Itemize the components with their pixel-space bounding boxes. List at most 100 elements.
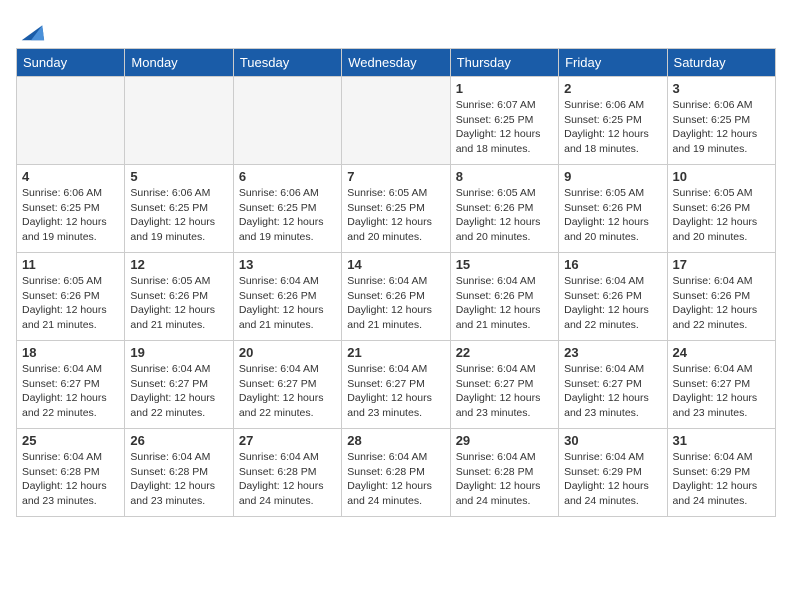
- calendar-cell: 15 Sunrise: 6:04 AMSunset: 6:26 PMDayligh…: [450, 253, 558, 341]
- day-number: 4: [22, 169, 119, 184]
- day-info: Sunrise: 6:05 AMSunset: 6:26 PMDaylight:…: [456, 186, 553, 245]
- day-info: Sunrise: 6:04 AMSunset: 6:26 PMDaylight:…: [347, 274, 444, 333]
- calendar-cell: 20 Sunrise: 6:04 AMSunset: 6:27 PMDayligh…: [233, 341, 341, 429]
- week-row-4: 18 Sunrise: 6:04 AMSunset: 6:27 PMDayligh…: [17, 341, 776, 429]
- header: [16, 16, 776, 40]
- calendar-cell: 4Sunrise: 6:06 AMSunset: 6:25 PMDaylight…: [17, 165, 125, 253]
- day-info: Sunrise: 6:04 AMSunset: 6:27 PMDaylight:…: [130, 362, 227, 421]
- day-info: Sunrise: 6:04 AMSunset: 6:27 PMDaylight:…: [673, 362, 770, 421]
- day-info: Sunrise: 6:04 AMSunset: 6:28 PMDaylight:…: [347, 450, 444, 509]
- day-number: 20: [239, 345, 336, 360]
- day-number: 11: [22, 257, 119, 272]
- day-number: 9: [564, 169, 661, 184]
- day-number: 12: [130, 257, 227, 272]
- weekday-header-monday: Monday: [125, 49, 233, 77]
- calendar-cell: 12Sunrise: 6:05 AMSunset: 6:26 PMDayligh…: [125, 253, 233, 341]
- day-info: Sunrise: 6:05 AMSunset: 6:26 PMDaylight:…: [22, 274, 119, 333]
- day-info: Sunrise: 6:04 AMSunset: 6:28 PMDaylight:…: [239, 450, 336, 509]
- weekday-header-sunday: Sunday: [17, 49, 125, 77]
- calendar-cell: 3 Sunrise: 6:06 AMSunset: 6:25 PMDaylight…: [667, 77, 775, 165]
- day-number: 24: [673, 345, 770, 360]
- calendar-cell: [342, 77, 450, 165]
- day-number: 13: [239, 257, 336, 272]
- calendar-cell: 22 Sunrise: 6:04 AMSunset: 6:27 PMDayligh…: [450, 341, 558, 429]
- calendar-cell: 2Sunrise: 6:06 AMSunset: 6:25 PMDaylight…: [559, 77, 667, 165]
- calendar-cell: 1 Sunrise: 6:07 AMSunset: 6:25 PMDaylight…: [450, 77, 558, 165]
- calendar-cell: 30Sunrise: 6:04 AMSunset: 6:29 PMDayligh…: [559, 429, 667, 517]
- day-number: 2: [564, 81, 661, 96]
- day-number: 1: [456, 81, 553, 96]
- day-number: 3: [673, 81, 770, 96]
- calendar-cell: [233, 77, 341, 165]
- calendar-cell: [125, 77, 233, 165]
- day-info: Sunrise: 6:04 AMSunset: 6:28 PMDaylight:…: [456, 450, 553, 509]
- day-number: 28: [347, 433, 444, 448]
- day-number: 8: [456, 169, 553, 184]
- calendar-cell: 8 Sunrise: 6:05 AMSunset: 6:26 PMDaylight…: [450, 165, 558, 253]
- day-info: Sunrise: 6:04 AMSunset: 6:28 PMDaylight:…: [22, 450, 119, 509]
- calendar-cell: 24 Sunrise: 6:04 AMSunset: 6:27 PMDayligh…: [667, 341, 775, 429]
- day-info: Sunrise: 6:05 AMSunset: 6:26 PMDaylight:…: [564, 186, 661, 245]
- day-info: Sunrise: 6:05 AMSunset: 6:25 PMDaylight:…: [347, 186, 444, 245]
- day-info: Sunrise: 6:06 AMSunset: 6:25 PMDaylight:…: [239, 186, 336, 245]
- weekday-header-saturday: Saturday: [667, 49, 775, 77]
- day-number: 22: [456, 345, 553, 360]
- calendar-cell: 11 Sunrise: 6:05 AMSunset: 6:26 PMDayligh…: [17, 253, 125, 341]
- day-number: 27: [239, 433, 336, 448]
- week-row-5: 25 Sunrise: 6:04 AMSunset: 6:28 PMDayligh…: [17, 429, 776, 517]
- day-number: 26: [130, 433, 227, 448]
- calendar-cell: 26Sunrise: 6:04 AMSunset: 6:28 PMDayligh…: [125, 429, 233, 517]
- day-info: Sunrise: 6:04 AMSunset: 6:26 PMDaylight:…: [673, 274, 770, 333]
- day-number: 30: [564, 433, 661, 448]
- day-info: Sunrise: 6:07 AMSunset: 6:25 PMDaylight:…: [456, 98, 553, 157]
- calendar-cell: 31Sunrise: 6:04 AMSunset: 6:29 PMDayligh…: [667, 429, 775, 517]
- day-info: Sunrise: 6:04 AMSunset: 6:27 PMDaylight:…: [239, 362, 336, 421]
- day-number: 25: [22, 433, 119, 448]
- day-info: Sunrise: 6:06 AMSunset: 6:25 PMDaylight:…: [130, 186, 227, 245]
- calendar-cell: 21 Sunrise: 6:04 AMSunset: 6:27 PMDayligh…: [342, 341, 450, 429]
- calendar-cell: 18 Sunrise: 6:04 AMSunset: 6:27 PMDayligh…: [17, 341, 125, 429]
- calendar-cell: 10Sunrise: 6:05 AMSunset: 6:26 PMDayligh…: [667, 165, 775, 253]
- day-number: 18: [22, 345, 119, 360]
- calendar-cell: 19 Sunrise: 6:04 AMSunset: 6:27 PMDayligh…: [125, 341, 233, 429]
- calendar-table: SundayMondayTuesdayWednesdayThursdayFrid…: [16, 48, 776, 517]
- day-info: Sunrise: 6:06 AMSunset: 6:25 PMDaylight:…: [673, 98, 770, 157]
- day-info: Sunrise: 6:04 AMSunset: 6:27 PMDaylight:…: [456, 362, 553, 421]
- day-info: Sunrise: 6:04 AMSunset: 6:26 PMDaylight:…: [239, 274, 336, 333]
- calendar-cell: 7Sunrise: 6:05 AMSunset: 6:25 PMDaylight…: [342, 165, 450, 253]
- calendar-cell: 23 Sunrise: 6:04 AMSunset: 6:27 PMDayligh…: [559, 341, 667, 429]
- calendar-cell: 5 Sunrise: 6:06 AMSunset: 6:25 PMDaylight…: [125, 165, 233, 253]
- day-info: Sunrise: 6:04 AMSunset: 6:27 PMDaylight:…: [347, 362, 444, 421]
- weekday-header-tuesday: Tuesday: [233, 49, 341, 77]
- day-info: Sunrise: 6:04 AMSunset: 6:26 PMDaylight:…: [456, 274, 553, 333]
- week-row-3: 11 Sunrise: 6:05 AMSunset: 6:26 PMDayligh…: [17, 253, 776, 341]
- day-number: 23: [564, 345, 661, 360]
- calendar-cell: 9 Sunrise: 6:05 AMSunset: 6:26 PMDaylight…: [559, 165, 667, 253]
- calendar-cell: 16Sunrise: 6:04 AMSunset: 6:26 PMDayligh…: [559, 253, 667, 341]
- day-number: 17: [673, 257, 770, 272]
- calendar-cell: 6 Sunrise: 6:06 AMSunset: 6:25 PMDaylight…: [233, 165, 341, 253]
- day-number: 15: [456, 257, 553, 272]
- calendar-cell: 13 Sunrise: 6:04 AMSunset: 6:26 PMDayligh…: [233, 253, 341, 341]
- calendar-cell: 17 Sunrise: 6:04 AMSunset: 6:26 PMDayligh…: [667, 253, 775, 341]
- weekday-header-row: SundayMondayTuesdayWednesdayThursdayFrid…: [17, 49, 776, 77]
- day-number: 10: [673, 169, 770, 184]
- logo: [16, 16, 46, 40]
- day-info: Sunrise: 6:04 AMSunset: 6:27 PMDaylight:…: [564, 362, 661, 421]
- day-number: 19: [130, 345, 227, 360]
- day-number: 5: [130, 169, 227, 184]
- weekday-header-thursday: Thursday: [450, 49, 558, 77]
- weekday-header-friday: Friday: [559, 49, 667, 77]
- day-number: 21: [347, 345, 444, 360]
- day-info: Sunrise: 6:04 AMSunset: 6:29 PMDaylight:…: [673, 450, 770, 509]
- day-number: 29: [456, 433, 553, 448]
- calendar-cell: 27 Sunrise: 6:04 AMSunset: 6:28 PMDayligh…: [233, 429, 341, 517]
- week-row-1: 1 Sunrise: 6:07 AMSunset: 6:25 PMDaylight…: [17, 77, 776, 165]
- calendar-cell: 29 Sunrise: 6:04 AMSunset: 6:28 PMDayligh…: [450, 429, 558, 517]
- day-number: 6: [239, 169, 336, 184]
- day-info: Sunrise: 6:04 AMSunset: 6:27 PMDaylight:…: [22, 362, 119, 421]
- calendar-cell: 25 Sunrise: 6:04 AMSunset: 6:28 PMDayligh…: [17, 429, 125, 517]
- day-number: 14: [347, 257, 444, 272]
- weekday-header-wednesday: Wednesday: [342, 49, 450, 77]
- calendar-cell: [17, 77, 125, 165]
